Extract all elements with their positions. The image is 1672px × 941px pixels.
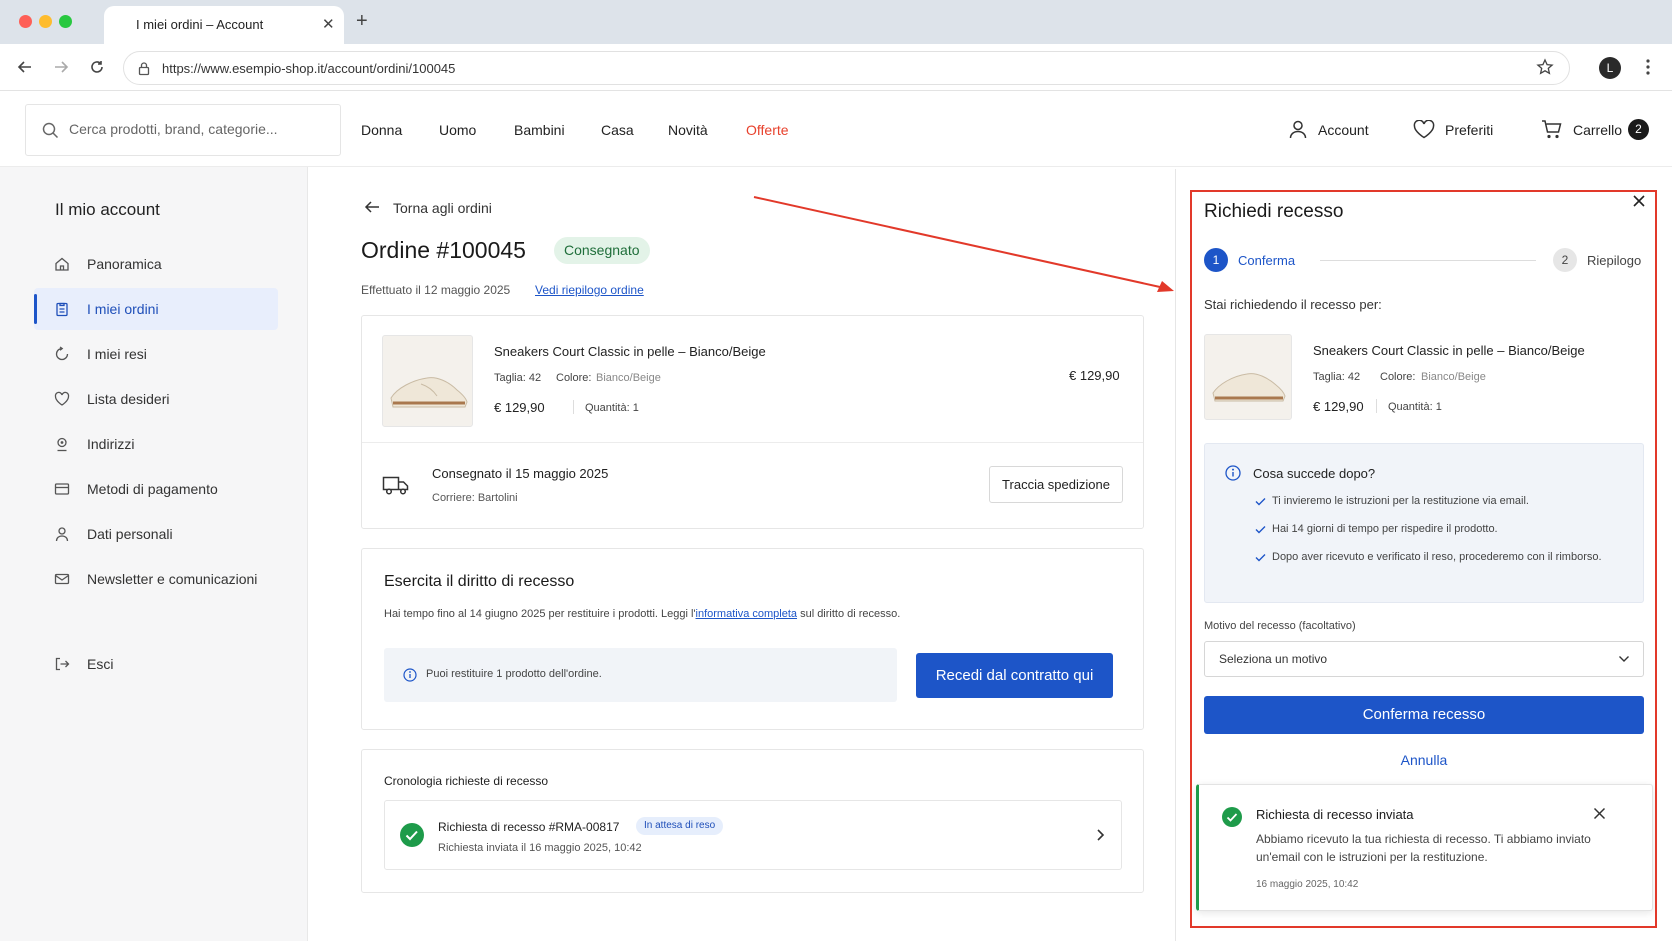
- toast-title: Richiesta di recesso inviata: [1256, 807, 1414, 822]
- check-circle-icon: [1222, 807, 1242, 827]
- panel-product-color-label: Colore:: [1380, 371, 1416, 383]
- step-2-number: 2: [1553, 248, 1577, 272]
- reason-select[interactable]: Seleziona un motivo: [1204, 641, 1644, 677]
- toast-time: 16 maggio 2025, 10:42: [1256, 879, 1359, 890]
- divider: [1376, 399, 1377, 413]
- next-step-3: Dopo aver ricevuto e verificato il reso,…: [1272, 551, 1602, 563]
- reason-label: Motivo del recesso (facoltativo): [1204, 620, 1356, 632]
- check-icon: [1255, 553, 1266, 562]
- close-icon[interactable]: [1593, 807, 1606, 820]
- panel-product-quantity: Quantità: 1: [1388, 401, 1442, 413]
- panel-product-size: Taglia: 42: [1313, 371, 1361, 383]
- next-steps-box: Cosa succede dopo? Ti invieremo le istru…: [1204, 443, 1644, 603]
- info-icon: [1225, 465, 1241, 481]
- panel-product-thumbnail: [1204, 334, 1292, 420]
- success-toast: Richiesta di recesso inviata Abbiamo ric…: [1196, 784, 1653, 911]
- next-steps-title: Cosa succede dopo?: [1253, 466, 1376, 481]
- panel-product-name: Sneakers Court Classic in pelle – Bianco…: [1313, 343, 1585, 358]
- next-step-1: Ti invieremo le istruzioni per la restit…: [1272, 495, 1529, 507]
- next-step-2: Hai 14 giorni di tempo per rispedire il …: [1272, 523, 1498, 535]
- check-icon: [1255, 525, 1266, 534]
- cancel-button[interactable]: Annulla: [1204, 752, 1644, 768]
- close-icon[interactable]: [1632, 194, 1646, 208]
- toast-text: Abbiamo ricevuto la tua richiesta di rec…: [1256, 832, 1591, 864]
- step-2-label: Riepilogo: [1587, 253, 1642, 268]
- check-icon: [1255, 497, 1266, 506]
- reason-select-value: Seleziona un motivo: [1219, 652, 1328, 666]
- step-1-number: 1: [1204, 248, 1228, 272]
- confirm-withdrawal-button[interactable]: Conferma recesso: [1204, 696, 1644, 734]
- step-1-label: Conferma: [1238, 253, 1296, 268]
- chevron-down-icon: [1618, 655, 1630, 663]
- panel-product-price: € 129,90: [1313, 399, 1364, 414]
- panel-product-color-value: Bianco/Beige: [1421, 371, 1486, 383]
- step-connector: [1320, 260, 1536, 261]
- panel-intro: Stai richiedendo il recesso per:: [1204, 297, 1382, 312]
- panel-title: Richiedi recesso: [1204, 201, 1344, 222]
